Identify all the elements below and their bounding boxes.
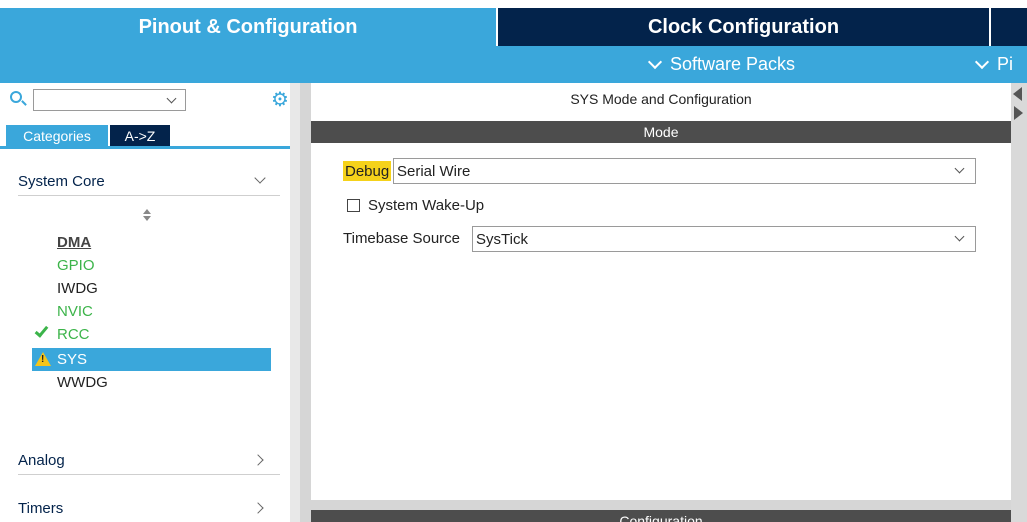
timebase-select-value: SysTick bbox=[476, 230, 528, 248]
system-wakeup-checkbox[interactable] bbox=[347, 198, 360, 212]
chevron-down-icon bbox=[974, 54, 990, 69]
collapse-left-icon[interactable] bbox=[1013, 87, 1022, 101]
peripheral-item-wwdg[interactable]: WWDG bbox=[32, 371, 271, 394]
tab-pinout-configuration[interactable]: Pinout & Configuration bbox=[0, 8, 496, 46]
system-wakeup-label: System Wake-Up bbox=[368, 196, 485, 214]
left-panel: ⚙ Categories A->Z System Core DMA GPIO I… bbox=[0, 83, 300, 522]
group-label: System Core bbox=[18, 173, 105, 190]
right-panel bbox=[311, 83, 1027, 522]
peripheral-label: RCC bbox=[57, 326, 90, 343]
group-label: Analog bbox=[18, 452, 65, 469]
chevron-down-icon bbox=[954, 231, 965, 242]
group-timers[interactable]: Timers bbox=[18, 495, 280, 522]
search-icon bbox=[10, 91, 22, 103]
tab-a-to-z[interactable]: A->Z bbox=[110, 125, 170, 146]
peripheral-item-gpio[interactable]: GPIO bbox=[32, 254, 271, 277]
peripheral-item-iwdg[interactable]: IWDG bbox=[32, 277, 271, 300]
timebase-source-select[interactable]: SysTick bbox=[472, 226, 976, 252]
software-packs-label: Software Packs bbox=[670, 54, 796, 74]
pinout-menu-label: Pi bbox=[997, 54, 1014, 74]
peripheral-label: DMA bbox=[57, 234, 92, 251]
right-scrollbar[interactable] bbox=[1011, 83, 1027, 522]
group-analog[interactable]: Analog bbox=[18, 447, 280, 475]
peripheral-label: IWDG bbox=[57, 280, 98, 297]
expand-right-icon[interactable] bbox=[1014, 106, 1023, 120]
sub-toolbar: Software Packs Pi bbox=[0, 46, 1027, 83]
panel-title: SYS Mode and Configuration bbox=[570, 91, 752, 107]
peripheral-label: WWDG bbox=[57, 374, 108, 391]
peripheral-label: SYS bbox=[57, 351, 88, 368]
chevron-right-icon bbox=[252, 502, 264, 514]
chevron-down-icon bbox=[647, 54, 663, 69]
configuration-header: Configuration bbox=[311, 510, 1011, 522]
peripheral-item-nvic[interactable]: NVIC bbox=[32, 300, 271, 323]
debug-select-value: Serial Wire bbox=[397, 162, 471, 180]
software-packs-menu[interactable]: Software Packs bbox=[647, 46, 796, 83]
peripheral-item-dma[interactable]: DMA bbox=[32, 231, 271, 254]
chevron-right-icon bbox=[252, 454, 264, 466]
gear-icon[interactable]: ⚙ bbox=[271, 90, 291, 110]
category-tabs: Categories A->Z bbox=[0, 125, 300, 149]
timebase-source-label: Timebase Source bbox=[343, 230, 460, 247]
debug-label: Debug bbox=[343, 161, 392, 181]
sort-icon[interactable] bbox=[142, 209, 152, 223]
group-label: Timers bbox=[18, 500, 64, 517]
panel-splitter[interactable] bbox=[300, 83, 311, 522]
system-wakeup-option[interactable]: System Wake-Up bbox=[347, 195, 484, 215]
check-icon bbox=[34, 323, 49, 338]
debug-select[interactable]: Serial Wire bbox=[393, 158, 976, 184]
pinout-menu[interactable]: Pi bbox=[974, 46, 1014, 83]
chevron-down-icon bbox=[954, 163, 965, 174]
group-system-core[interactable]: System Core bbox=[18, 168, 280, 196]
peripheral-label: NVIC bbox=[57, 303, 93, 320]
panel-divider[interactable] bbox=[311, 500, 1011, 510]
warning-icon bbox=[35, 352, 51, 366]
peripheral-item-sys[interactable]: SYS bbox=[32, 348, 271, 371]
top-tab-bar: Pinout & Configuration Clock Configurati… bbox=[0, 0, 1027, 46]
tab-overflow[interactable] bbox=[991, 8, 1027, 46]
peripheral-label: GPIO bbox=[57, 257, 95, 274]
tab-clock-configuration[interactable]: Clock Configuration bbox=[498, 8, 989, 46]
peripheral-item-rcc[interactable]: RCC bbox=[32, 323, 271, 346]
mode-header: Mode bbox=[311, 121, 1011, 143]
chevron-down-icon[interactable] bbox=[166, 93, 177, 104]
chevron-down-icon bbox=[254, 172, 266, 184]
left-scrollbar[interactable] bbox=[290, 83, 300, 522]
tab-categories[interactable]: Categories bbox=[6, 125, 108, 146]
search-input[interactable] bbox=[33, 89, 186, 111]
